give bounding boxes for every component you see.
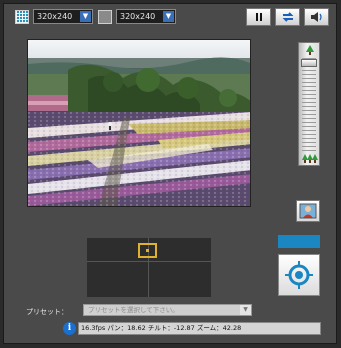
preset-label: プリセット： — [26, 308, 68, 316]
camera-live-image[interactable] — [27, 39, 251, 207]
trees-wide-icon — [302, 154, 318, 163]
position-marker[interactable] — [138, 243, 157, 258]
chevron-down-icon: ▼ — [80, 11, 91, 22]
zoom-scale — [302, 57, 316, 151]
preset-select-placeholder: プリセットを選択して下さい。 — [88, 306, 179, 314]
zoom-slider[interactable] — [298, 42, 320, 166]
tree-small-icon — [306, 45, 314, 55]
refresh-icon — [282, 12, 293, 22]
preset-select[interactable]: プリセットを選択して下さい。 ▼ — [83, 304, 252, 316]
pan-tilt-grid-horizontal — [87, 261, 211, 262]
resolution-select-left-value: 320x240 — [37, 12, 73, 21]
snapshot-person-icon — [299, 203, 317, 219]
camera-scene-image — [28, 40, 250, 206]
zoom-slider-handle[interactable] — [301, 59, 317, 67]
refresh-button[interactable] — [275, 8, 300, 26]
status-bar: 16.3fps パン：18.62 チルト：-12.87 ズーム：42.28 — [78, 322, 321, 335]
pan-tilt-pad[interactable] — [87, 238, 211, 297]
status-color-bar — [278, 235, 320, 248]
resolution-grid-icon[interactable] — [15, 10, 29, 24]
speaker-icon — [310, 12, 322, 22]
camera-viewer-panel: 320x240 ▼ 320x240 ▼ プリセット： プリセットを選択して下さい… — [3, 3, 337, 344]
toolbar: 320x240 ▼ 320x240 ▼ — [4, 4, 336, 32]
info-icon[interactable]: i — [63, 322, 76, 335]
resolution-select-right-value: 320x240 — [120, 12, 156, 21]
resolution-plain-icon[interactable] — [98, 10, 112, 24]
pause-button[interactable] — [246, 8, 271, 26]
resolution-select-left[interactable]: 320x240 ▼ — [33, 9, 93, 24]
snapshot-button[interactable] — [296, 200, 320, 222]
chevron-down-icon: ▼ — [240, 305, 251, 315]
crosshair-icon — [285, 261, 313, 289]
audio-button[interactable] — [304, 8, 329, 26]
resolution-select-right[interactable]: 320x240 ▼ — [116, 9, 176, 24]
center-position-button[interactable] — [278, 254, 320, 296]
chevron-down-icon: ▼ — [163, 11, 174, 22]
pause-icon — [255, 13, 262, 21]
